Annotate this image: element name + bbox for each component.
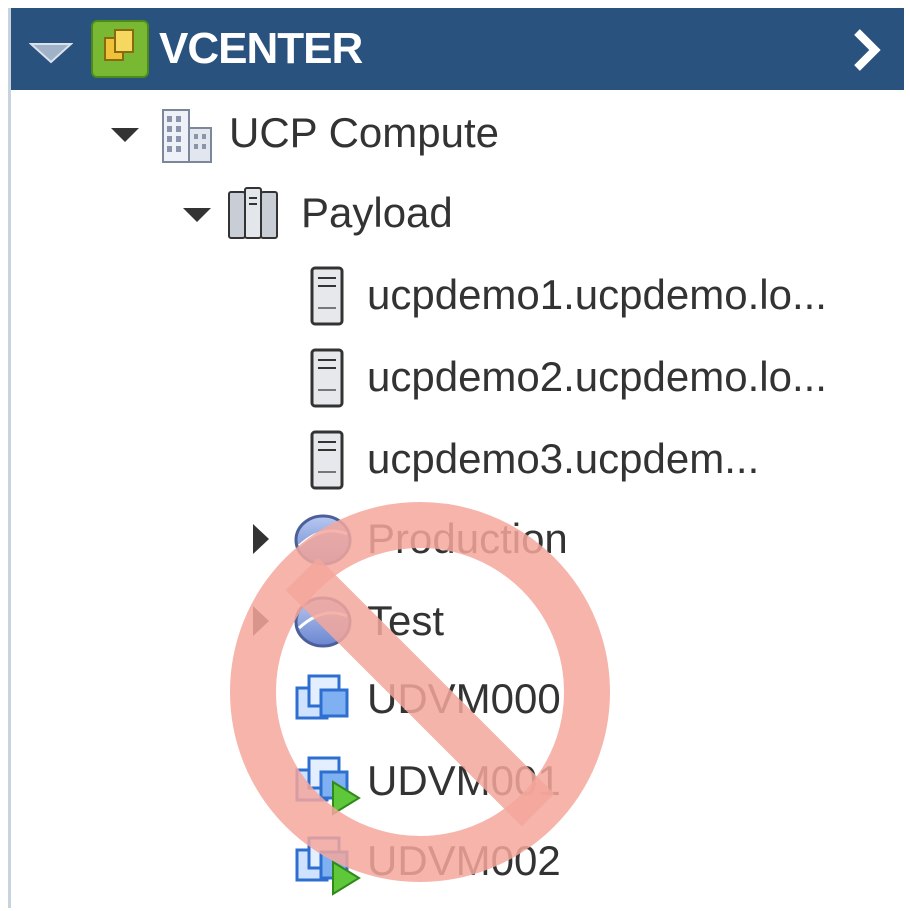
header-title: VCENTER — [159, 24, 363, 73]
tree-item-host[interactable]: ucpdemo2.ucpdemo.lo... — [11, 342, 891, 412]
tree-item-host[interactable]: ucpdemo1.ucpdemo.lo... — [11, 260, 891, 330]
caret-down-icon[interactable] — [111, 128, 139, 144]
tree-item-pool[interactable]: Production — [11, 504, 891, 574]
tree-item-label: Production — [367, 515, 568, 562]
chevron-right-icon[interactable] — [851, 28, 881, 72]
tree-item-label: UDVM000 — [367, 675, 561, 722]
tree-item-cluster[interactable]: Payload — [11, 178, 891, 248]
tree-item-label: Test — [367, 597, 445, 644]
tree-item-pool[interactable]: Test — [11, 586, 891, 656]
tree-item-vm[interactable]: UDVM001 — [11, 746, 891, 816]
tree-item-label: ucpdemo3.ucpdem... — [367, 435, 760, 482]
tree-item-vm[interactable]: UDVM002 — [11, 826, 891, 896]
tree-item-label: Payload — [301, 189, 453, 236]
caret-right-icon[interactable] — [253, 524, 271, 554]
tree-item-datacenter[interactable]: UCP Compute — [11, 98, 891, 168]
tree-item-label: ucpdemo2.ucpdemo.lo... — [367, 353, 827, 400]
vm-icon — [295, 674, 349, 720]
caret-down-icon[interactable] — [29, 42, 73, 64]
host-server-icon — [310, 348, 344, 408]
tree-item-label: ucpdemo1.ucpdemo.lo... — [367, 271, 827, 318]
tree-item-host[interactable]: ucpdemo3.ucpdem... — [11, 424, 891, 494]
tree-item-label: UCP Compute — [229, 109, 500, 156]
cluster-servers-icon — [228, 187, 278, 239]
tree-item-vm[interactable]: UDVM000 — [11, 664, 891, 734]
vcenter-logo-icon — [91, 20, 149, 78]
host-server-icon — [310, 430, 344, 490]
vm-running-icon — [295, 756, 361, 816]
resource-pool-icon — [294, 596, 352, 648]
caret-right-icon[interactable] — [253, 606, 271, 636]
vcenter-header[interactable]: VCENTER — [11, 8, 904, 90]
tree-item-label: UDVM001 — [367, 757, 561, 804]
caret-down-icon[interactable] — [183, 208, 211, 224]
datacenter-building-icon — [162, 109, 212, 163]
vm-running-icon — [295, 836, 361, 896]
resource-pool-icon — [294, 514, 352, 566]
tree-item-label: UDVM002 — [367, 837, 561, 884]
host-server-icon — [310, 266, 344, 326]
inventory-panel: VCENTER UCP Compute Payload ucpdemo1.ucp… — [8, 8, 907, 908]
